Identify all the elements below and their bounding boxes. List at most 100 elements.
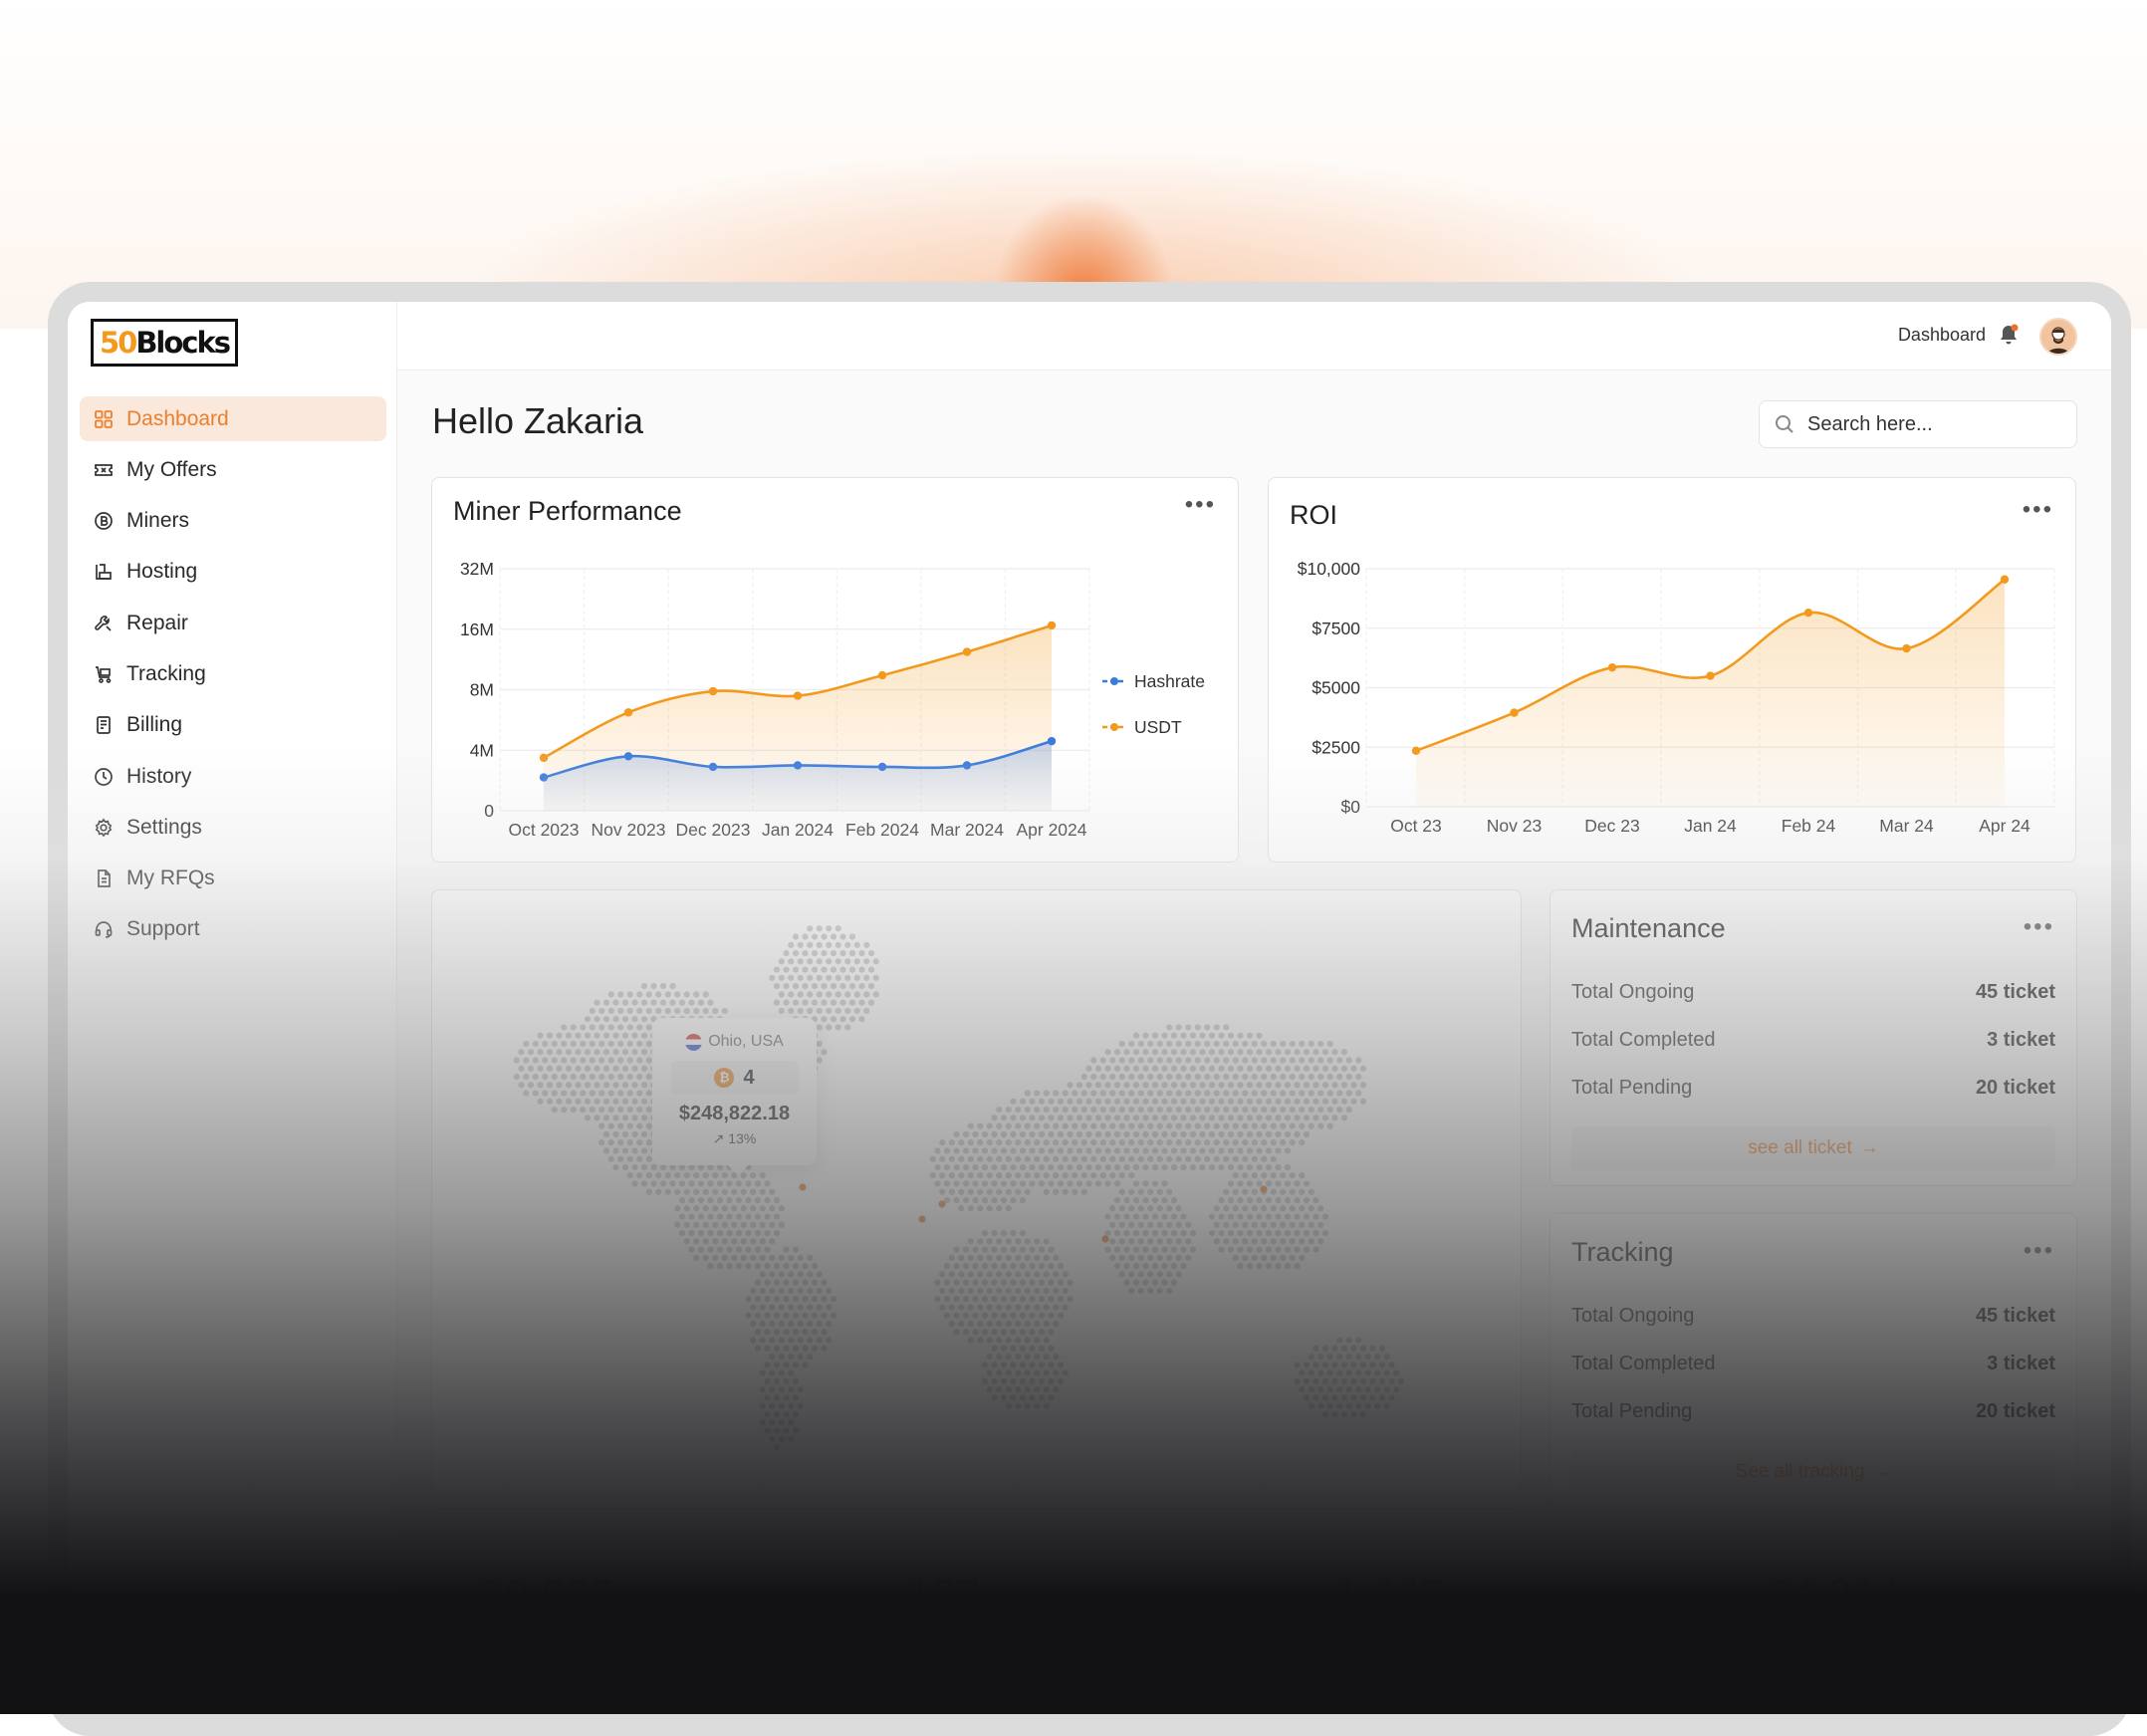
data-point[interactable] [1411, 746, 1421, 756]
map-dot [1005, 1205, 1012, 1212]
data-point[interactable] [1510, 708, 1519, 717]
map-dot [802, 949, 809, 957]
map-dot [769, 1238, 776, 1245]
ticket-icon [94, 460, 114, 480]
data-point[interactable] [623, 752, 633, 761]
map-location-marker[interactable] [918, 1215, 926, 1223]
data-point[interactable] [539, 773, 549, 782]
data-point[interactable] [708, 686, 718, 696]
sidebar-item-settings[interactable]: Settings [80, 805, 386, 850]
map-dot [792, 933, 800, 940]
data-point[interactable] [2000, 575, 2010, 584]
sidebar-item-my-rfqs[interactable]: My RFQs [80, 857, 386, 901]
search-input[interactable] [1805, 411, 2058, 437]
data-point[interactable] [877, 762, 887, 772]
map-dot [1280, 1057, 1287, 1064]
map-dot [811, 999, 819, 1006]
map-dot [602, 1147, 610, 1154]
bell-icon[interactable] [1998, 323, 2020, 347]
data-point[interactable] [877, 670, 887, 680]
map-dot [1185, 1040, 1192, 1048]
sidebar-item-my-offers[interactable]: My Offers [80, 447, 386, 492]
data-point[interactable] [1047, 620, 1057, 630]
map-dot [1019, 1296, 1027, 1303]
more-options-icon[interactable]: ••• [2024, 1239, 2054, 1263]
map-location-marker[interactable] [938, 1200, 946, 1208]
map-dot [565, 1098, 573, 1105]
see-all-ticket-button[interactable]: see all ticket → [1571, 1126, 2055, 1170]
map-location-marker[interactable] [1260, 1185, 1268, 1193]
sidebar-item-tracking[interactable]: Tracking [80, 651, 386, 696]
see-all-tracking-button[interactable]: See all tracking → [1571, 1450, 2055, 1494]
map-dot [570, 1090, 577, 1097]
map-dot [1053, 1271, 1060, 1278]
data-point[interactable] [1047, 736, 1057, 746]
header-dashboard-link[interactable]: Dashboard [1898, 325, 1986, 346]
map-dot [1326, 1402, 1333, 1409]
x-tick-label: Jan 2024 [762, 820, 834, 840]
map-dot [1048, 1163, 1055, 1171]
map-dot [788, 991, 795, 998]
map-dot [1242, 1090, 1249, 1097]
map-dot [532, 1057, 539, 1064]
map-dot [1053, 1106, 1060, 1114]
data-point[interactable] [539, 753, 549, 763]
map-dot [1199, 1082, 1206, 1089]
more-options-icon[interactable]: ••• [2024, 915, 2054, 939]
map-dot [1194, 1122, 1201, 1129]
map-dot [1128, 1287, 1135, 1295]
map-dot [1242, 1057, 1249, 1064]
data-point[interactable] [1803, 609, 1813, 618]
sidebar-item-history[interactable]: History [80, 754, 386, 799]
data-point[interactable] [962, 761, 972, 770]
map-dot [867, 966, 875, 973]
map-dot [1326, 1369, 1333, 1376]
sidebar-item-dashboard[interactable]: Dashboard [80, 396, 386, 441]
sidebar-item-repair[interactable]: Repair [80, 601, 386, 645]
map-dot [1147, 1122, 1154, 1129]
map-dot [1251, 1254, 1258, 1261]
sidebar-item-support[interactable]: Support [80, 907, 386, 952]
map-dot [1275, 1229, 1282, 1237]
map-dot [1294, 1065, 1301, 1072]
map-dot [830, 1312, 837, 1319]
map-dot [1294, 1229, 1301, 1237]
map-dot [1265, 1065, 1273, 1072]
map-dot [1299, 1106, 1306, 1114]
data-point[interactable] [1902, 643, 1911, 653]
map-dot [797, 1386, 804, 1393]
data-point[interactable] [962, 647, 972, 656]
map-dot [778, 1304, 785, 1311]
data-point[interactable] [708, 762, 718, 772]
map-dot [1123, 1213, 1130, 1220]
sidebar-item-billing[interactable]: Billing [80, 703, 386, 748]
logo[interactable]: 50Blocks [91, 319, 238, 367]
map-dot [640, 1049, 648, 1056]
map-dot [561, 1024, 568, 1031]
map-dot [626, 1122, 633, 1129]
map-dot [1265, 1115, 1273, 1121]
map-dot [1227, 1082, 1235, 1089]
data-point[interactable] [793, 691, 803, 700]
map-dot [1085, 1115, 1092, 1121]
data-point[interactable] [1706, 671, 1715, 680]
map-dot [853, 958, 860, 965]
map-dot [1080, 1090, 1087, 1097]
data-point[interactable] [623, 708, 633, 717]
map-dot [607, 1024, 614, 1031]
map-location-marker[interactable] [799, 1183, 807, 1191]
map-dot [631, 1065, 638, 1072]
search-box[interactable] [1759, 400, 2077, 448]
data-point[interactable] [793, 761, 803, 770]
sidebar-item-miners[interactable]: Miners [80, 499, 386, 544]
map-dot [1223, 1040, 1230, 1048]
sidebar-item-hosting[interactable]: Hosting [80, 550, 386, 595]
map-dot [1232, 1254, 1239, 1261]
avatar[interactable] [2039, 318, 2077, 356]
world-map [513, 925, 1405, 1451]
map-dot [1194, 1106, 1201, 1114]
map-dot [740, 1205, 747, 1212]
map-location-marker[interactable] [1101, 1235, 1109, 1243]
map-dot [958, 1304, 965, 1311]
data-point[interactable] [1607, 662, 1617, 672]
